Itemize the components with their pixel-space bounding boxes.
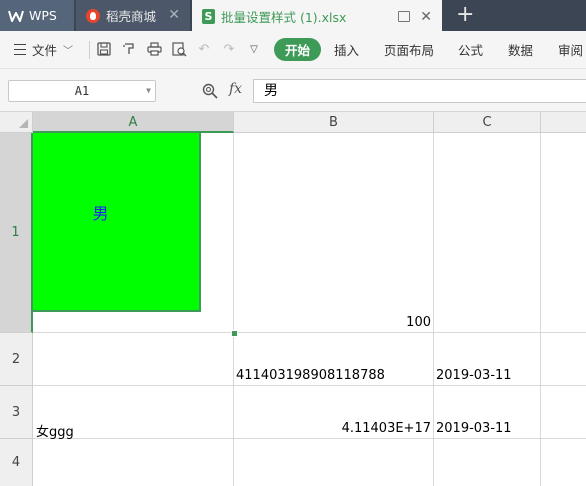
ribbon-menu-bar: 文件 ﹀ ↶ ↷ ▽ 开始 插入 页面布局 公式 数据 审阅 [0,31,586,69]
row-header-1[interactable]: 1 [0,133,33,333]
grid-line [540,133,541,486]
name-box-value: A1 [74,84,90,98]
zoom-search-icon[interactable] [202,83,218,102]
save-icon[interactable] [96,41,112,57]
grid-line [433,133,434,486]
cell-b1[interactable]: 100 [234,315,431,330]
insert-function-icon[interactable]: fx [229,81,242,97]
name-box[interactable]: A1 ▼ [8,80,156,102]
cell-b2[interactable]: 411403198908118788 [236,368,385,383]
chevron-down-icon[interactable]: ▼ [146,81,151,101]
ribbon-tab-insert[interactable]: 插入 [334,31,359,68]
row-header-3[interactable]: 3 [0,386,33,439]
tab-bar: WPS 稻壳商城 ✕ S 批量设置样式 (1).xlsx ✕ + [0,0,586,31]
print-icon[interactable] [146,41,162,57]
float-window-icon[interactable] [398,11,410,22]
new-tab-button[interactable]: + [456,3,474,27]
cell-a1-value: 男 [92,204,109,223]
chevron-down-icon: ﹀ [63,46,74,57]
ribbon-tab-home[interactable]: 开始 [274,38,322,61]
column-header-c[interactable]: C [434,112,541,133]
wps-logo-icon [8,10,24,22]
fill-handle[interactable] [231,330,238,337]
quick-access-dropdown-icon[interactable]: ▽ [246,41,262,57]
tab-wps-label: WPS [29,8,57,23]
spreadsheet-logo-icon: S [202,9,215,24]
toolbar-divider [89,41,90,59]
ribbon-tab-page-layout[interactable]: 页面布局 [384,31,434,68]
close-tab-icon[interactable]: ✕ [168,8,180,22]
cell-c3[interactable]: 2019-03-11 [436,421,512,436]
tab-docer-store[interactable]: 稻壳商城 ✕ [76,0,190,31]
ribbon-tab-formulas[interactable]: 公式 [458,31,483,68]
format-painter-icon[interactable] [121,41,137,57]
formula-input[interactable]: 男 [253,79,586,103]
row-header-4[interactable]: 4 [0,439,33,486]
spreadsheet-grid: A B C 1 2 3 4 男 100 411403198908118788 2… [0,112,586,486]
file-menu-label: 文件 [32,43,58,58]
select-all-corner[interactable] [0,112,33,133]
column-header-b[interactable]: B [234,112,434,133]
cell-c2[interactable]: 2019-03-11 [436,368,512,383]
column-header-d[interactable] [541,112,586,133]
grid-line [33,332,586,333]
tab-wps-home[interactable]: WPS [0,0,74,31]
cell-a3[interactable]: 女ggg [36,421,74,440]
undo-icon[interactable]: ↶ [196,41,212,57]
ribbon-tab-data[interactable]: 数据 [508,31,533,68]
grid-line [33,438,586,439]
print-preview-icon[interactable] [171,41,187,57]
column-header-a[interactable]: A [33,112,234,133]
tab-spreadsheet-file[interactable]: S 批量设置样式 (1).xlsx ✕ [192,0,442,31]
close-tab-icon[interactable]: ✕ [420,10,432,24]
ribbon-tab-review[interactable]: 审阅 [558,31,583,68]
formula-bar: A1 ▼ fx 男 [0,69,586,112]
tab-spreadsheet-file-label: 批量设置样式 (1).xlsx [221,10,347,25]
hamburger-menu-icon [14,44,26,55]
row-header-2[interactable]: 2 [0,333,33,386]
redo-icon[interactable]: ↷ [221,41,237,57]
file-menu-button[interactable]: 文件 ﹀ [14,31,73,68]
tab-docer-store-label: 稻壳商城 [106,9,157,24]
grid-line [33,385,586,386]
cell-b3[interactable]: 4.11403E+17 [234,421,431,436]
docer-logo-icon [86,8,100,23]
